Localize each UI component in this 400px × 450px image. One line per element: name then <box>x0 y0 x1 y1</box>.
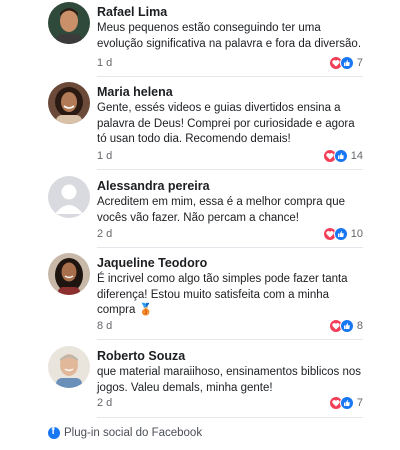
reaction-count: 7 <box>356 397 363 409</box>
comment-author[interactable]: Jaqueline Teodoro <box>97 256 207 270</box>
facebook-plugin-footer[interactable]: f Plug-in social do Facebook <box>48 426 203 439</box>
avatar[interactable] <box>48 2 90 44</box>
reaction-count: 10 <box>350 228 363 240</box>
reactions[interactable]: 7 <box>328 56 363 70</box>
comment-age[interactable]: 8 d <box>97 320 112 332</box>
divider <box>97 417 363 418</box>
comment-author[interactable]: Maria helena <box>97 85 173 99</box>
like-reaction-icon <box>339 56 354 70</box>
comment-age[interactable]: 1 d <box>97 57 112 69</box>
reactions[interactable]: 14 <box>322 149 363 163</box>
facebook-icon: f <box>48 426 60 439</box>
like-reaction-icon <box>333 149 348 163</box>
reactions[interactable]: 10 <box>322 227 363 241</box>
comment-text: Meus pequenos estão conseguindo ter uma … <box>97 22 362 50</box>
divider <box>97 247 363 248</box>
comment-text: Acreditem em mim, essa é a melhor compra… <box>97 196 345 224</box>
comment-author[interactable]: Roberto Souza <box>97 349 185 363</box>
comment-meta: 1 d 14 <box>97 149 363 164</box>
avatar[interactable] <box>48 346 90 388</box>
comment-text: É incrivel como algo tão simples pode fa… <box>97 273 348 316</box>
reactions[interactable]: 7 <box>328 396 363 410</box>
like-reaction-icon <box>333 227 348 241</box>
comment-author[interactable]: Alessandra pereira <box>97 179 210 193</box>
divider <box>97 76 363 77</box>
comment-age[interactable]: 2 d <box>97 397 112 409</box>
divider <box>97 339 363 340</box>
avatar[interactable] <box>48 176 90 218</box>
comment-meta: 2 d 7 <box>97 396 363 411</box>
like-reaction-icon <box>339 396 354 410</box>
reaction-count: 8 <box>356 320 363 332</box>
divider <box>97 169 363 170</box>
reaction-count: 14 <box>350 150 363 162</box>
comment-age[interactable]: 2 d <box>97 228 112 240</box>
plugin-label: Plug-in social do Facebook <box>64 427 203 439</box>
comment-meta: 2 d 10 <box>97 227 363 242</box>
comment-age[interactable]: 1 d <box>97 150 112 162</box>
reaction-count: 7 <box>356 57 363 69</box>
avatar[interactable] <box>48 253 90 295</box>
comment-author[interactable]: Rafael Lima <box>97 5 167 19</box>
avatar[interactable] <box>48 82 90 124</box>
comment-meta: 8 d 8 <box>97 319 363 334</box>
comments-feed: Rafael Lima Meus pequenos estão consegui… <box>0 0 400 450</box>
like-reaction-icon <box>339 319 354 333</box>
comment-text: Gente, essés videos e guias divertidos e… <box>97 102 355 145</box>
comment-text: que material maraiihoso, ensinamentos bi… <box>97 366 362 394</box>
reactions[interactable]: 8 <box>328 319 363 333</box>
comment-meta: 1 d 7 <box>97 56 363 71</box>
